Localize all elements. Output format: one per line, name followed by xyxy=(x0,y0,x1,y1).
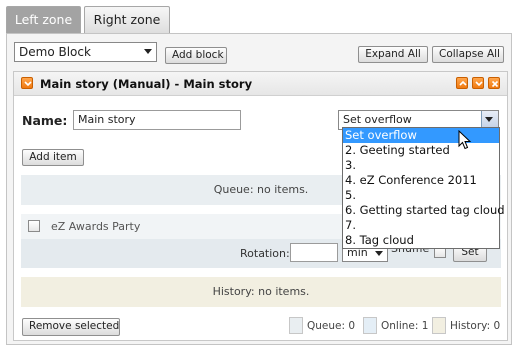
chevron-down-icon xyxy=(485,117,493,122)
item-checkbox[interactable] xyxy=(28,220,40,232)
collapse-block-button[interactable] xyxy=(21,77,33,89)
add-item-button[interactable]: Add item xyxy=(22,149,84,166)
overflow-option[interactable]: 6. Getting started tag cloud xyxy=(343,203,505,218)
chevron-down-icon xyxy=(375,251,383,256)
queue-legend-swatch xyxy=(289,317,303,334)
history-legend-swatch xyxy=(432,317,446,334)
expand-all-button[interactable]: Expand All xyxy=(358,46,428,63)
block-name-input[interactable]: Main story xyxy=(73,110,241,130)
chevron-up-icon xyxy=(459,80,467,86)
online-legend-swatch xyxy=(363,317,377,334)
queue-count: Queue: 0 xyxy=(307,320,356,332)
block-header: Main story (Manual) - Main story xyxy=(14,72,507,96)
name-label: Name: xyxy=(22,113,68,128)
overflow-option[interactable]: 3. xyxy=(343,158,499,173)
collapse-all-button[interactable]: Collapse All xyxy=(432,46,504,63)
overflow-option[interactable]: 7. xyxy=(343,218,499,233)
overflow-option[interactable]: 8. Tag cloud xyxy=(343,233,499,248)
rotation-input[interactable] xyxy=(290,243,338,262)
chevron-down-icon xyxy=(144,49,152,54)
overflow-option[interactable]: 5. xyxy=(343,188,499,203)
overflow-dropdown-list: Set overflow 2. Geeting started 3. 4. eZ… xyxy=(342,127,505,249)
mouse-cursor-icon xyxy=(458,130,472,150)
history-count: History: 0 xyxy=(450,320,501,332)
block-type-select-value: Demo Block xyxy=(19,45,91,59)
tab-right-zone[interactable]: Right zone xyxy=(84,6,170,33)
remove-selected-button[interactable]: Remove selected xyxy=(22,318,120,336)
rotation-label: Rotation: xyxy=(240,247,290,260)
overflow-select-value: Set overflow xyxy=(343,113,412,126)
item-title: eZ Awards Party xyxy=(51,220,141,233)
history-area: History: no items. xyxy=(21,277,501,307)
overflow-option[interactable]: Set overflow xyxy=(343,128,499,143)
overflow-option[interactable]: 4. eZ Conference 2011 xyxy=(343,173,499,188)
chevron-down-icon xyxy=(475,81,483,87)
tab-left-zone[interactable]: Left zone xyxy=(6,6,81,33)
online-count: Online: 1 xyxy=(381,320,429,332)
move-up-button[interactable] xyxy=(456,77,468,89)
move-down-button[interactable] xyxy=(472,77,484,89)
history-empty-text: History: no items. xyxy=(212,285,310,298)
overflow-option[interactable]: 2. Geeting started xyxy=(343,143,499,158)
block-title: Main story (Manual) - Main story xyxy=(40,77,253,91)
chevron-down-icon xyxy=(24,81,32,87)
block-type-select[interactable]: Demo Block xyxy=(14,42,157,62)
close-icon xyxy=(491,80,499,88)
add-block-button[interactable]: Add block xyxy=(165,47,227,64)
remove-block-button[interactable] xyxy=(488,77,500,89)
